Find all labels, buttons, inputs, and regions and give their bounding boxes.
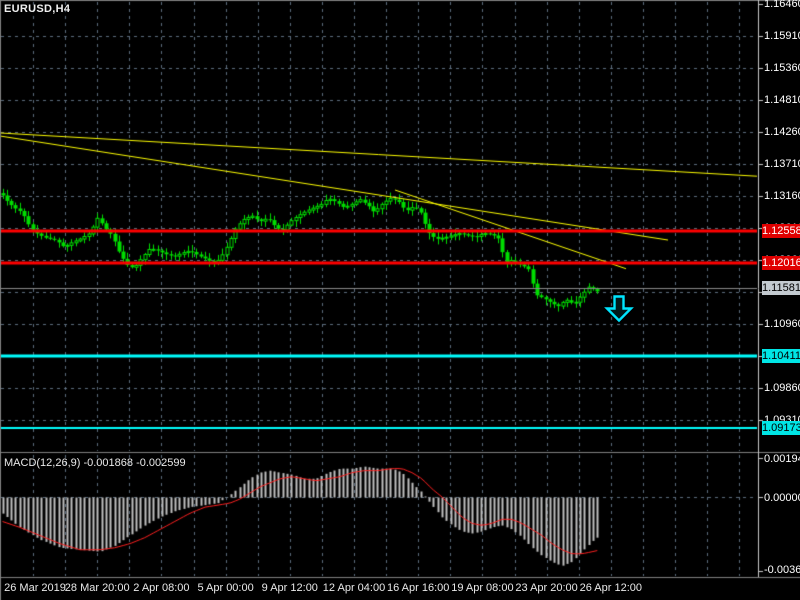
- time-axis-label: 16 Apr 16:00: [386, 582, 450, 594]
- macd-axis-tick: 0.000000: [764, 492, 800, 504]
- down-arrow-icon[interactable]: [604, 295, 634, 323]
- price-axis-tick: 1.09860: [764, 382, 800, 394]
- price-axis-tick: 1.13160: [764, 190, 800, 202]
- price-axis-tick: 1.13710: [764, 158, 800, 170]
- time-axis-label: 5 Apr 00:00: [197, 582, 254, 594]
- price-axis-tick: 1.15360: [764, 62, 800, 74]
- macd-axis-tick: 0.001944: [764, 453, 800, 465]
- time-axis-label: 19 Apr 08:00: [451, 582, 514, 594]
- price-level-tag[interactable]: 1.09173: [762, 421, 800, 435]
- price-axis-tick: 1.10960: [764, 318, 800, 330]
- time-axis-label: 12 Apr 04:00: [322, 582, 386, 594]
- current-price-tag: 1.11581: [762, 281, 800, 295]
- price-axis-tick: 1.15910: [764, 30, 800, 42]
- price-axis-tick: 1.14810: [764, 94, 800, 106]
- time-axis-label: 23 Apr 20:00: [515, 582, 578, 594]
- price-axis-tick: 1.14260: [764, 126, 800, 138]
- price-chart-canvas[interactable]: [0, 0, 800, 600]
- time-axis-label: 28 Mar 20:00: [64, 582, 130, 594]
- price-level-tag[interactable]: 1.12016: [762, 256, 800, 270]
- time-axis-label: 9 Apr 12:00: [261, 582, 318, 594]
- macd-axis-tick: -0.003674: [764, 564, 800, 576]
- chart-window: EURUSD,H4 MACD(12,26,9) -0.001868 -0.002…: [0, 0, 800, 600]
- time-axis-label: 26 Apr 12:00: [579, 582, 642, 594]
- time-axis-label: 26 Mar 2019: [4, 582, 66, 594]
- time-axis-label: 2 Apr 08:00: [133, 582, 190, 594]
- macd-indicator-label: MACD(12,26,9) -0.001868 -0.002599: [4, 457, 186, 469]
- price-level-tag[interactable]: 1.10411: [762, 349, 800, 363]
- price-level-tag[interactable]: 1.12558: [762, 224, 800, 238]
- symbol-timeframe-label: EURUSD,H4: [4, 3, 71, 15]
- price-axis-tick: 1.16460: [764, 0, 800, 10]
